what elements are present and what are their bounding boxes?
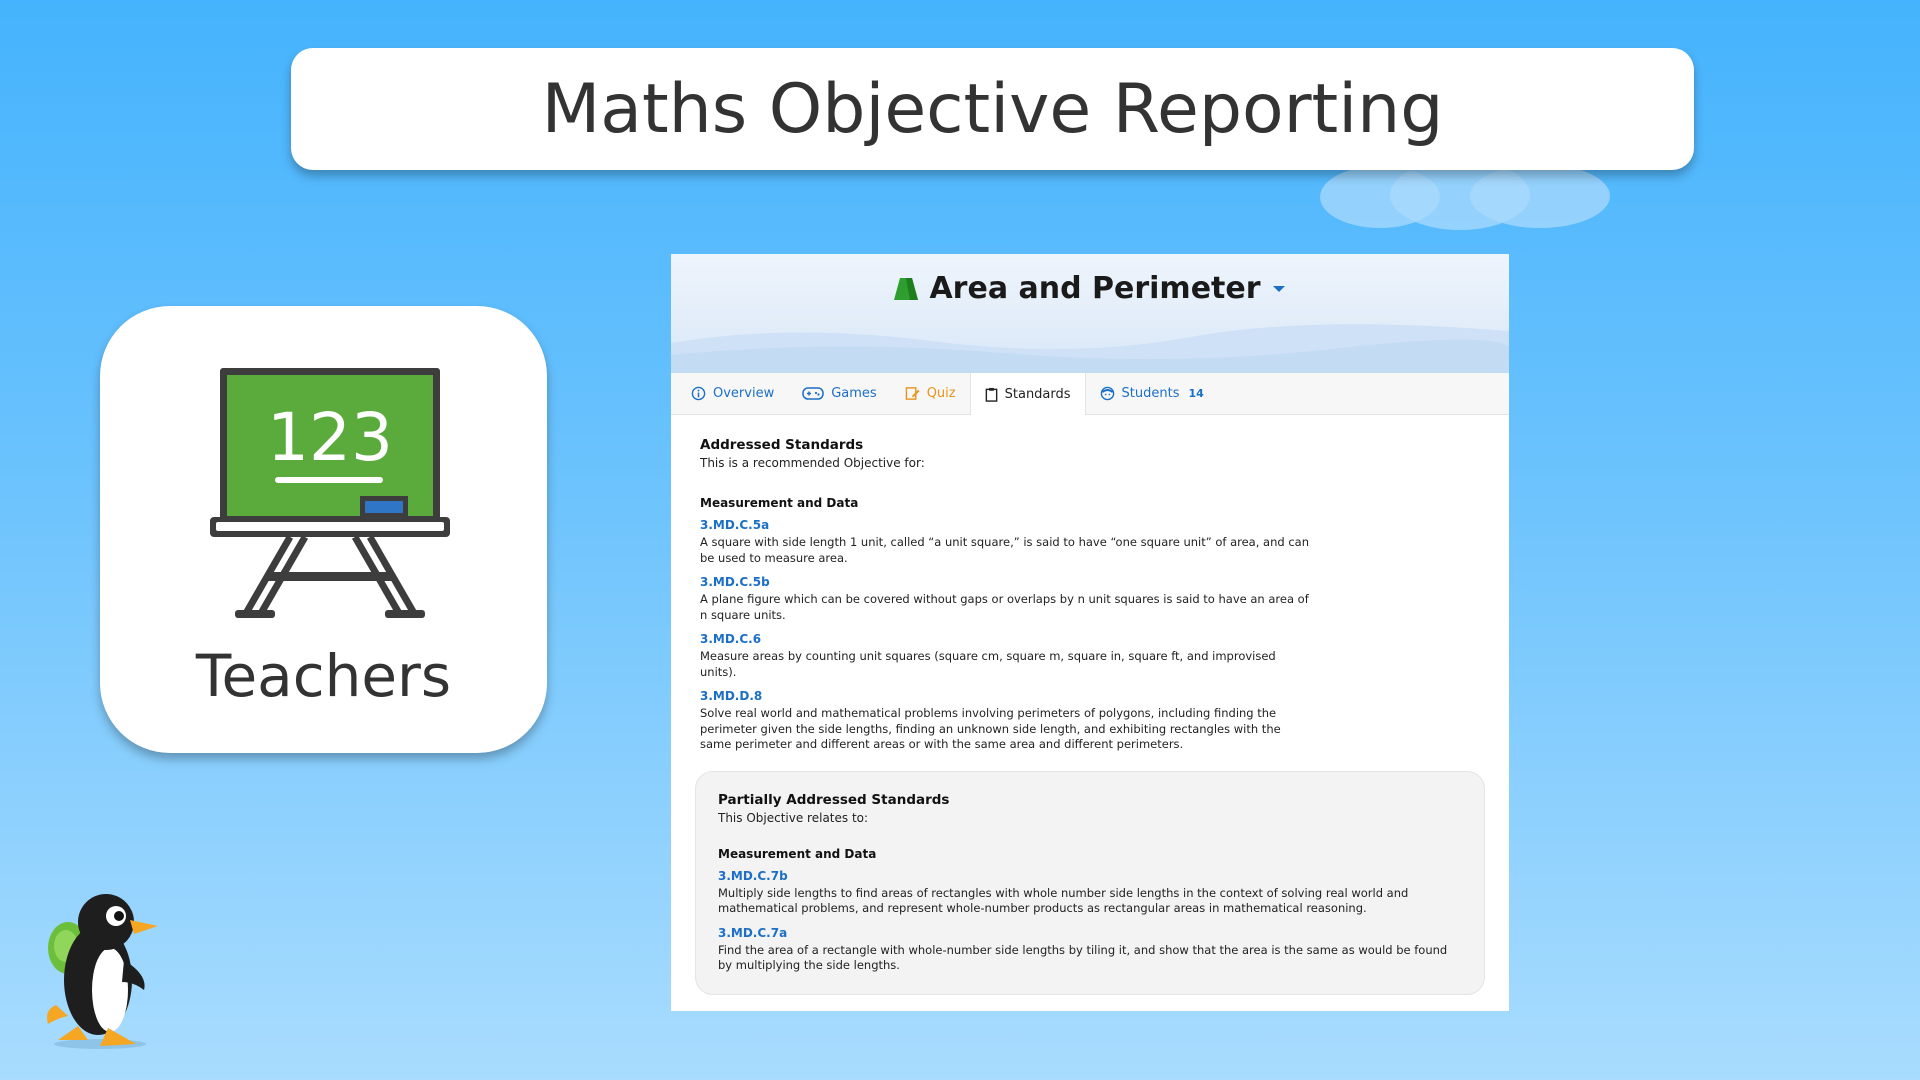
- standard-description: Find the area of a rectangle with whole-…: [718, 942, 1448, 973]
- standard-description: Solve real world and mathematical proble…: [700, 706, 1281, 751]
- standard-description: Measure areas by counting unit squares (…: [700, 649, 1276, 679]
- partial-title: Partially Addressed Standards: [718, 791, 950, 808]
- board-number: 123: [267, 399, 393, 476]
- standard-item: 3.MD.C.7b Multiply side lengths to find …: [718, 869, 1464, 917]
- trapezoid-shape-icon: [894, 277, 919, 300]
- standard-code-link[interactable]: 3.MD.C.7b: [718, 869, 1464, 883]
- cloud-decoration: [1320, 160, 1610, 230]
- tab-games[interactable]: Games: [788, 373, 890, 414]
- tab-overview-label: Overview: [713, 386, 775, 401]
- students-count-badge: 14: [1188, 387, 1204, 400]
- standard-description: Multiply side lengths to find areas of r…: [718, 885, 1409, 916]
- addressed-subtitle: This is a recommended Objective for:: [700, 456, 925, 470]
- tab-overview[interactable]: Overview: [677, 373, 788, 414]
- quiz-icon: [905, 387, 920, 400]
- standard-description: A plane figure which can be covered with…: [700, 592, 1309, 622]
- tab-students[interactable]: Students 14: [1086, 373, 1218, 414]
- tab-quiz[interactable]: Quiz: [891, 373, 970, 414]
- slide-title: Maths Objective Reporting: [541, 69, 1444, 149]
- tab-games-label: Games: [831, 386, 877, 401]
- tab-bar: Overview Games Quiz Standards Students 1…: [671, 373, 1509, 415]
- tab-standards-label: Standards: [1004, 386, 1071, 402]
- standard-item: 3.MD.C.6 Measure areas by counting unit …: [700, 632, 1480, 680]
- gamepad-icon: [802, 387, 824, 400]
- standard-code-link[interactable]: 3.MD.C.6: [700, 632, 1480, 646]
- header-wave-decoration: [671, 324, 1509, 373]
- penguin-mascot-icon: [47, 894, 158, 1049]
- objective-panel: Area and Perimeter Overview Games Quiz S…: [671, 254, 1509, 1011]
- standard-item: 3.MD.C.7a Find the area of a rectangle w…: [718, 926, 1464, 974]
- teachers-card: 123 Teachers: [100, 306, 547, 753]
- tab-quiz-label: Quiz: [926, 386, 956, 401]
- title-card: Maths Objective Reporting: [291, 48, 1694, 170]
- standard-code-link[interactable]: 3.MD.C.5a: [700, 518, 1480, 532]
- partial-domain: Measurement and Data: [718, 846, 877, 861]
- standard-code-link[interactable]: 3.MD.C.7a: [718, 926, 1464, 940]
- addressed-standards-section: Addressed Standards This is a recommende…: [700, 437, 1480, 753]
- standard-item: 3.MD.C.5b A plane figure which can be co…: [700, 575, 1480, 623]
- tab-standards[interactable]: Standards: [969, 373, 1086, 415]
- objective-selector[interactable]: Area and Perimeter: [671, 271, 1509, 306]
- standard-code-link[interactable]: 3.MD.D.8: [700, 689, 1480, 703]
- clipboard-icon: [985, 387, 997, 402]
- panel-header: Area and Perimeter: [671, 254, 1509, 373]
- chalkboard-easel-icon: 123: [210, 368, 450, 618]
- standard-description: A square with side length 1 unit, called…: [700, 535, 1309, 565]
- addressed-domain: Measurement and Data: [700, 496, 859, 510]
- info-icon: [691, 386, 706, 401]
- addressed-title: Addressed Standards: [700, 437, 864, 453]
- student-icon: [1100, 386, 1114, 401]
- standard-item: 3.MD.D.8 Solve real world and mathematic…: [700, 689, 1480, 753]
- partial-subtitle: This Objective relates to:: [718, 810, 869, 825]
- teachers-label: Teachers: [195, 642, 452, 710]
- standard-item: 3.MD.C.5a A square with side length 1 un…: [700, 518, 1480, 566]
- tab-students-label: Students: [1121, 386, 1180, 401]
- standard-code-link[interactable]: 3.MD.C.5b: [700, 575, 1480, 589]
- standards-content: Addressed Standards This is a recommende…: [671, 415, 1509, 995]
- partially-addressed-section: Partially Addressed Standards This Objec…: [695, 770, 1485, 995]
- chevron-down-icon[interactable]: [1271, 281, 1287, 297]
- objective-title: Area and Perimeter: [929, 271, 1261, 306]
